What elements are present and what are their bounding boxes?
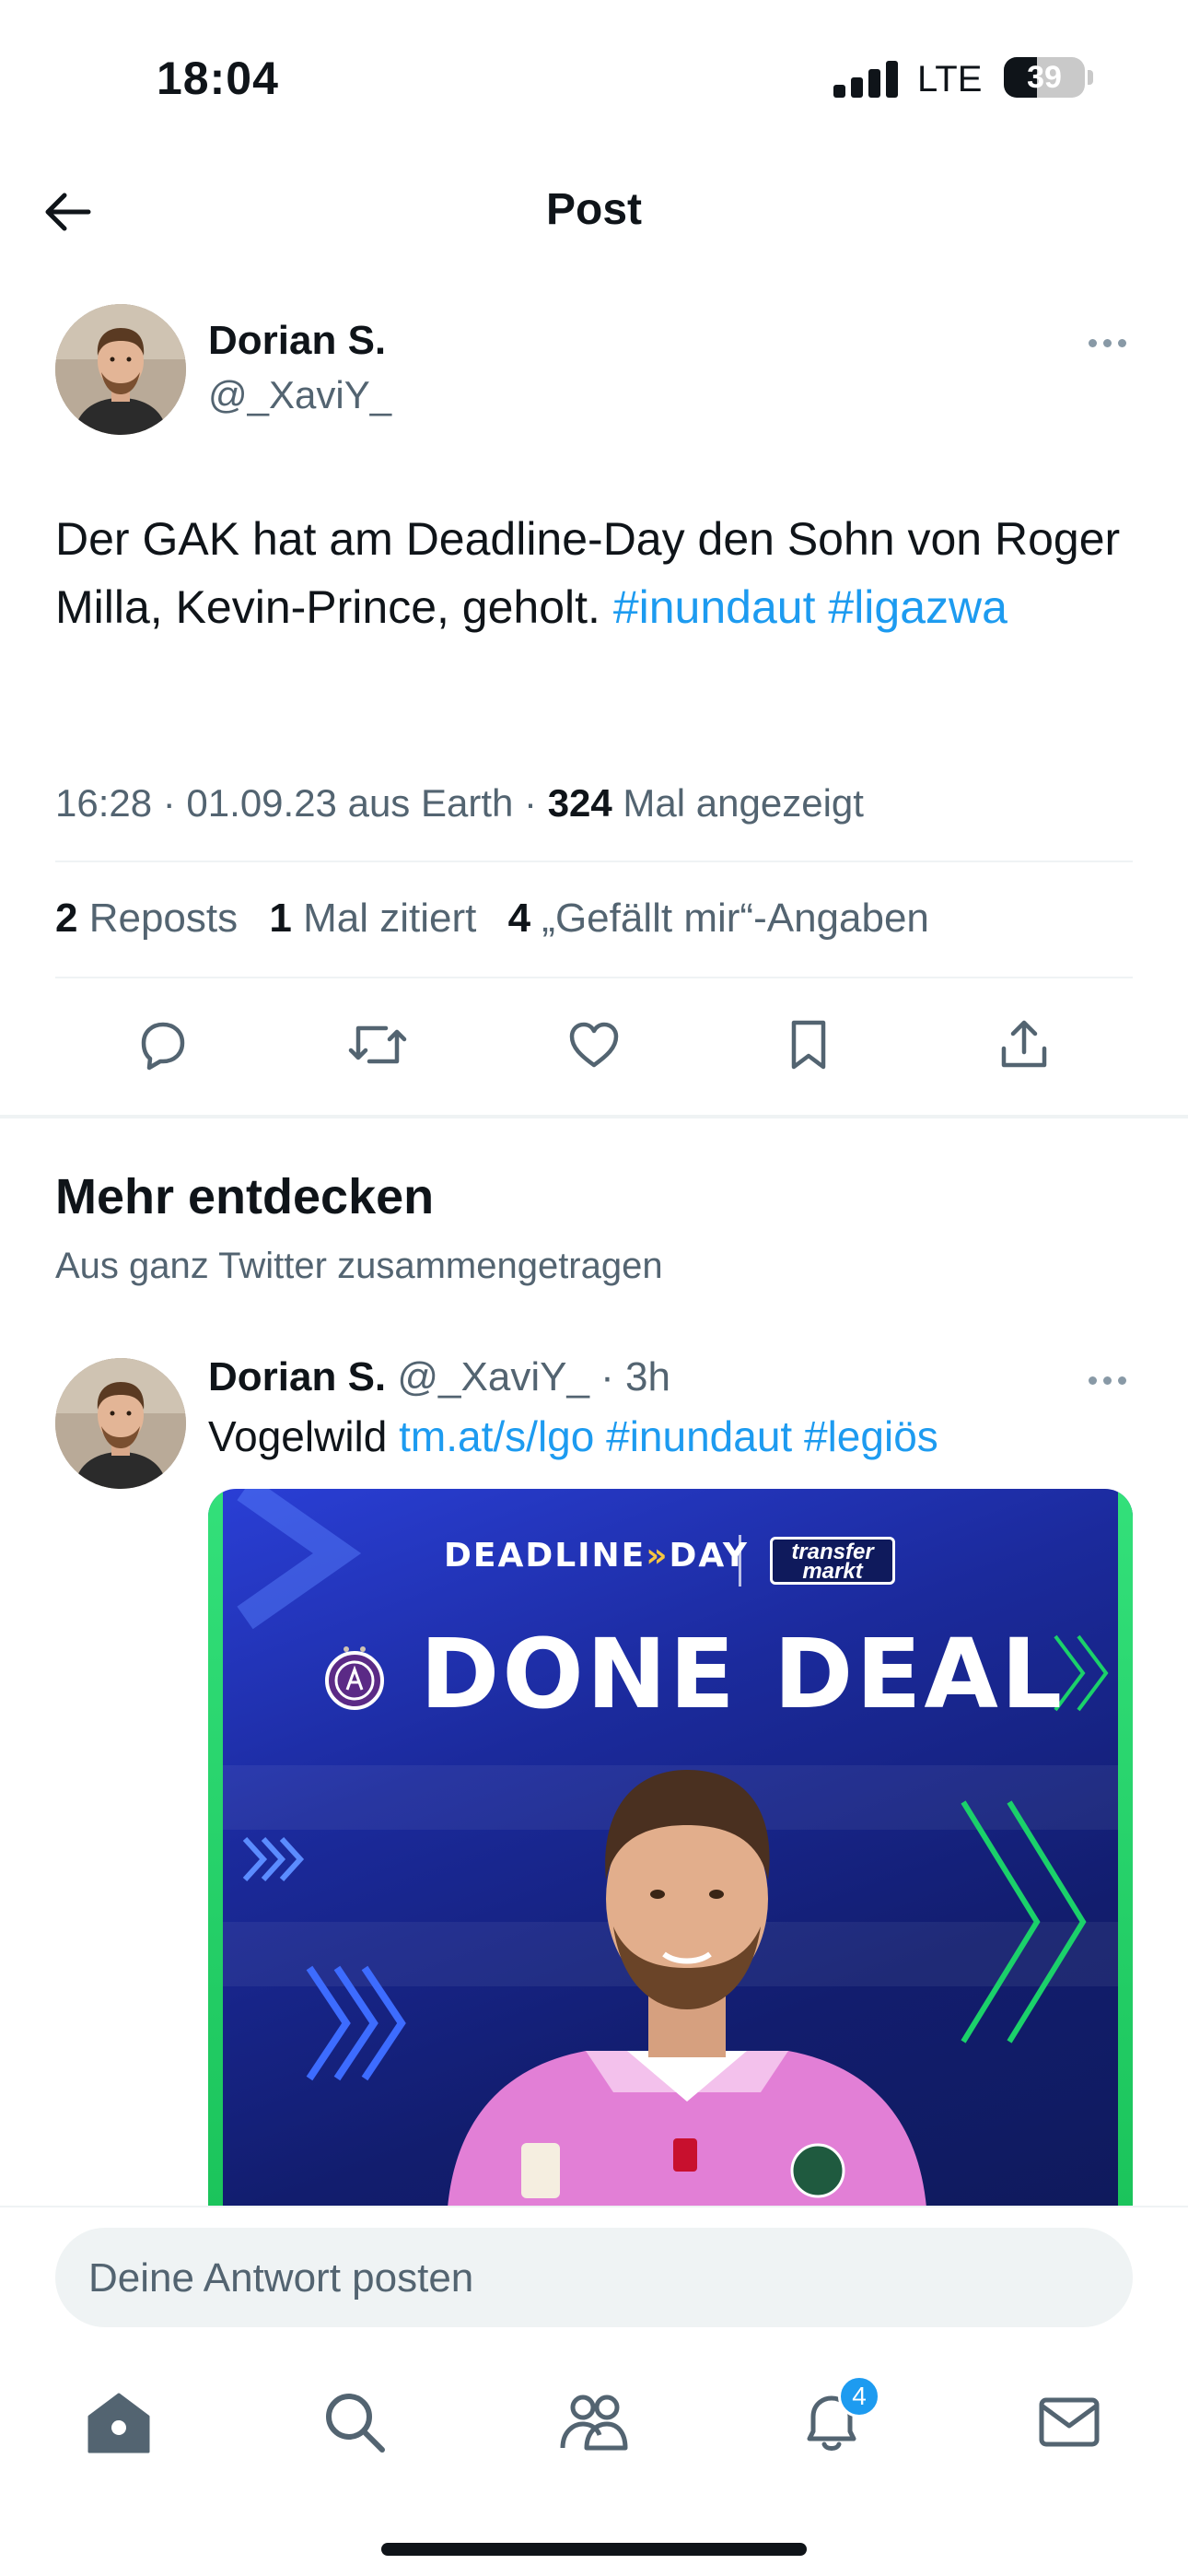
avatar[interactable] xyxy=(55,1358,186,1489)
page-title: Post xyxy=(545,185,642,234)
hashtag-link[interactable]: #legiös xyxy=(804,1412,938,1460)
repost-icon xyxy=(348,1025,407,1064)
heart-icon xyxy=(569,1022,619,1068)
search-icon xyxy=(326,2394,385,2453)
likes-stat[interactable]: 4 „Gefällt mir“-Angaben xyxy=(508,896,929,941)
logo-separator xyxy=(739,1535,741,1587)
home-icon xyxy=(87,2393,150,2453)
more-options-button[interactable] xyxy=(1079,1362,1135,1399)
like-button[interactable] xyxy=(557,1008,631,1082)
tab-notifications[interactable]: 4 xyxy=(781,2371,882,2473)
green-edge xyxy=(1118,1489,1133,2207)
author-handle[interactable]: @_XaviY_ xyxy=(208,373,391,417)
transfermarkt-logo: transfer markt xyxy=(770,1537,895,1585)
more-options-button[interactable] xyxy=(1079,324,1135,361)
notifications-badge: 4 xyxy=(838,2375,880,2418)
discover-subtitle: Aus ganz Twitter zusammengetragen xyxy=(55,1246,663,1286)
top-header: Post xyxy=(0,166,1188,258)
avatar-image xyxy=(55,1358,186,1489)
bookmark-button[interactable] xyxy=(772,1008,845,1082)
tab-bar: 4 xyxy=(0,2371,1188,2473)
bottom-area: Deine Antwort posten 4 xyxy=(0,2206,1188,2576)
done-deal-headline: DONE DEAL xyxy=(420,1618,1066,1730)
deadline-day-logo: DEADLINE»DAY xyxy=(444,1537,749,1575)
view-label: Mal angezeigt xyxy=(611,781,864,825)
reply-placeholder: Deine Antwort posten xyxy=(88,2255,474,2301)
communities-icon xyxy=(560,2395,628,2451)
author-name[interactable]: Dorian S. xyxy=(208,1354,386,1399)
green-edge xyxy=(208,1489,223,2207)
status-time: 18:04 xyxy=(157,53,279,104)
tab-communities[interactable] xyxy=(543,2371,645,2473)
dot xyxy=(1117,1376,1126,1385)
avatar[interactable] xyxy=(55,304,186,435)
bookmark-icon xyxy=(791,1020,826,1070)
discover-title: Mehr entdecken xyxy=(55,1169,435,1224)
hashtag-link[interactable]: #inundaut xyxy=(606,1412,792,1460)
reposts-stat[interactable]: 2 Reposts xyxy=(55,896,238,941)
tab-search[interactable] xyxy=(304,2371,405,2473)
reply-button[interactable] xyxy=(125,1008,199,1082)
dot xyxy=(1102,338,1112,347)
reply-icon xyxy=(141,1022,185,1071)
dot xyxy=(1088,1376,1097,1385)
section-separator xyxy=(0,1115,1188,1118)
player-photo xyxy=(448,1770,926,2207)
quotes-stat[interactable]: 1 Mal zitiert xyxy=(269,896,476,941)
tweet-link[interactable]: tm.at/s/lgo xyxy=(399,1412,594,1460)
post-actions xyxy=(55,1008,1133,1082)
avatar-image xyxy=(55,304,186,435)
post-stats: 2 Reposts 1 Mal zitiert 4 „Gefällt mir“-… xyxy=(55,896,929,942)
battery-icon: 39 xyxy=(1004,57,1085,98)
club-crest-icon xyxy=(325,1646,384,1710)
battery-level: 39 xyxy=(1027,60,1062,95)
tweet-time: · 3h xyxy=(588,1354,670,1399)
mail-icon xyxy=(1039,2397,1100,2447)
view-count: 324 xyxy=(547,781,612,825)
share-button[interactable] xyxy=(987,1008,1061,1082)
tweet-header: Dorian S. @_XaviY_ · 3h xyxy=(208,1354,670,1400)
dot xyxy=(1102,1376,1112,1385)
share-icon xyxy=(1001,1020,1047,1068)
dot xyxy=(1088,338,1097,347)
tweet-text: Vogelwild tm.at/s/lgo #inundaut #legiös xyxy=(208,1411,938,1461)
post-meta: 16:28 · 01.09.23 aus Earth · 324 Mal ang… xyxy=(55,781,864,825)
reply-input[interactable]: Deine Antwort posten xyxy=(55,2228,1133,2327)
network-label: LTE xyxy=(917,59,983,100)
home-indicator xyxy=(381,2543,807,2556)
signal-icon xyxy=(833,59,900,98)
divider xyxy=(55,977,1133,978)
post-timestamp: 16:28 · 01.09.23 aus Earth · xyxy=(55,781,548,825)
tab-messages[interactable] xyxy=(1019,2371,1120,2473)
status-bar: 18:04 LTE 39 xyxy=(0,0,1188,138)
battery-cap xyxy=(1088,70,1093,85)
dot xyxy=(1117,338,1126,347)
repost-button[interactable] xyxy=(341,1008,414,1082)
tweet-media-image[interactable]: DEADLINE»DAY transfer markt DONE DEAL xyxy=(208,1489,1133,2207)
hashtag-link[interactable]: #inundaut xyxy=(613,581,816,633)
hashtag-link[interactable]: #ligazwa xyxy=(828,581,1007,633)
author-handle[interactable]: @_XaviY_ xyxy=(397,1354,589,1399)
tab-home[interactable] xyxy=(68,2371,169,2473)
divider xyxy=(55,861,1133,862)
tweet-body: Vogelwild xyxy=(208,1412,400,1460)
post-text: Der GAK hat am Deadline-Day den Sohn von… xyxy=(55,505,1142,641)
author-name[interactable]: Dorian S. xyxy=(208,318,386,364)
